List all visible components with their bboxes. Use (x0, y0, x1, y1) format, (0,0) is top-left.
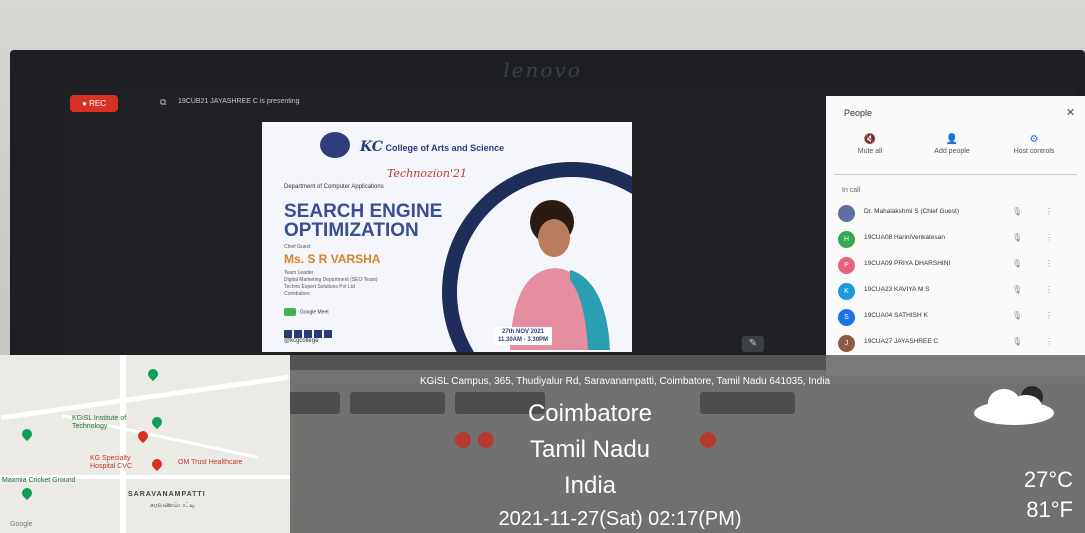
talk-title: SEARCH ENGINE OPTIMIZATION (284, 201, 443, 241)
map-label-institute: KGiSL Institute of Technology (72, 415, 127, 430)
more-options-icon[interactable]: ⋮ (1045, 285, 1053, 294)
event-datetime: 27th NOV 2021 11.30AM - 3.30PM (494, 327, 553, 345)
pin-tile-icon[interactable]: ✎ (742, 336, 764, 352)
platform-badge: Google Meet (284, 308, 329, 316)
map-pin-icon (149, 456, 165, 472)
facebook-icon (284, 330, 292, 338)
google-meet-icon (284, 308, 296, 316)
twitter-icon (304, 330, 312, 338)
address-text: KGiSL Campus, 365, Thudiyalur Rd, Sarava… (419, 376, 831, 387)
map-label-hospital: KG Specialty Hospital CVC (90, 455, 133, 470)
mic-off-icon[interactable]: 🎙 (1012, 311, 1022, 320)
google-logo: Google (10, 521, 33, 528)
in-call-label: In call (842, 187, 861, 194)
mic-off-icon[interactable]: 🎙 (1012, 207, 1022, 216)
speaker-detail: Team Leader Digital Marketing Department… (284, 270, 378, 297)
avatar (838, 205, 855, 222)
more-options-icon[interactable]: ⋮ (1045, 337, 1053, 346)
speaker-name: Ms. S R VARSHA (284, 252, 381, 266)
mic-off-icon[interactable]: 🎙 (1012, 285, 1022, 294)
host-controls-icon: ⚙ (1029, 134, 1039, 145)
more-options-icon[interactable]: ⋮ (1045, 207, 1053, 216)
more-options-icon[interactable]: ⋮ (1045, 233, 1053, 242)
college-crest-icon (320, 132, 350, 158)
mute-all-button[interactable]: 🔇 Mute all (834, 134, 906, 155)
map-label-ground: Maxmia Cricket Ground (2, 477, 76, 484)
add-people-icon: 👤 (945, 134, 959, 145)
participant-row[interactable]: H 19CUA08 HariniVenkatesan 🎙 ⋮ (832, 228, 1077, 250)
instagram-icon (294, 330, 302, 338)
people-panel-title: People (844, 108, 873, 118)
host-controls-button[interactable]: ⚙ Host controls (998, 134, 1070, 155)
map-pin-icon (149, 414, 165, 430)
mute-all-icon: 🔇 (863, 134, 877, 145)
map-label-area: SARAVANAMPATTI (128, 491, 206, 498)
add-people-button[interactable]: 👤 Add people (916, 134, 988, 155)
location-map: KGiSL Institute of Technology KG Special… (0, 355, 290, 533)
avatar: P (838, 257, 855, 274)
datetime-text: 2021-11-27(Sat) 02:17(PM) (498, 508, 742, 530)
shared-screen-poster: KC College of Arts and Science Technozio… (262, 122, 632, 352)
mic-off-icon[interactable]: 🎙 (1012, 337, 1022, 346)
youtube-icon (314, 330, 322, 338)
map-label-clinic: OM Trust Healthcare (178, 459, 243, 466)
present-screen-icon: ⧉ (160, 97, 167, 107)
avatar: H (838, 231, 855, 248)
map-pin-icon (19, 426, 35, 442)
state-text: Tamil Nadu (529, 436, 651, 463)
participant-row[interactable]: J 19CUA27 JAYASHREE C 🎙 ⋮ (832, 332, 1077, 354)
panel-divider (834, 174, 1077, 175)
participant-row[interactable]: Dr. Mahalakshmi S (Chief Guest) 🎙 ⋮ (832, 202, 1077, 224)
mic-off-icon[interactable]: 🎙 (1012, 233, 1022, 242)
map-pin-icon (145, 366, 161, 382)
more-options-icon[interactable]: ⋮ (1045, 311, 1053, 320)
map-pin-icon (19, 485, 35, 501)
avatar: J (838, 335, 855, 352)
social-handle: @kcgcollege (284, 338, 319, 344)
linkedin-icon (324, 330, 332, 338)
recording-badge: ● REC (70, 95, 118, 112)
participant-row[interactable]: K 19CUA23 KAVIYA M S 🎙 ⋮ (832, 280, 1077, 302)
college-name: KC College of Arts and Science (360, 139, 505, 155)
more-options-icon[interactable]: ⋮ (1045, 259, 1053, 268)
map-label-area-local: சரவணம்பட்டி (150, 502, 196, 509)
temperature-fahrenheit: 81°F (1026, 497, 1073, 522)
presenting-label: 19CUB21 JAYASHREE C is presenting (178, 98, 300, 105)
partly-cloudy-icon (974, 386, 1054, 425)
avatar: K (838, 283, 855, 300)
people-panel: People ✕ 🔇 Mute all 👤 Add people ⚙ Host con… (826, 96, 1085, 376)
country-text: India (563, 472, 617, 499)
close-icon[interactable]: ✕ (1066, 106, 1075, 119)
temperature-celsius: 27°C (1023, 467, 1073, 492)
mic-off-icon[interactable]: 🎙 (1012, 259, 1022, 268)
event-name: Technozion'21 (387, 167, 467, 180)
monitor-brand-logo: lenovo (503, 58, 582, 82)
city-text: Coimbatore (527, 400, 653, 427)
department: Department of Computer Applications (284, 184, 384, 190)
participant-row[interactable]: S 19CUA04 SATHISH K 🎙 ⋮ (832, 306, 1077, 328)
avatar: S (838, 309, 855, 326)
participant-row[interactable]: P 19CUA09 PRIYA DHARSHINI 🎙 ⋮ (832, 254, 1077, 276)
chief-guest-label: Chief Guest (284, 244, 311, 250)
